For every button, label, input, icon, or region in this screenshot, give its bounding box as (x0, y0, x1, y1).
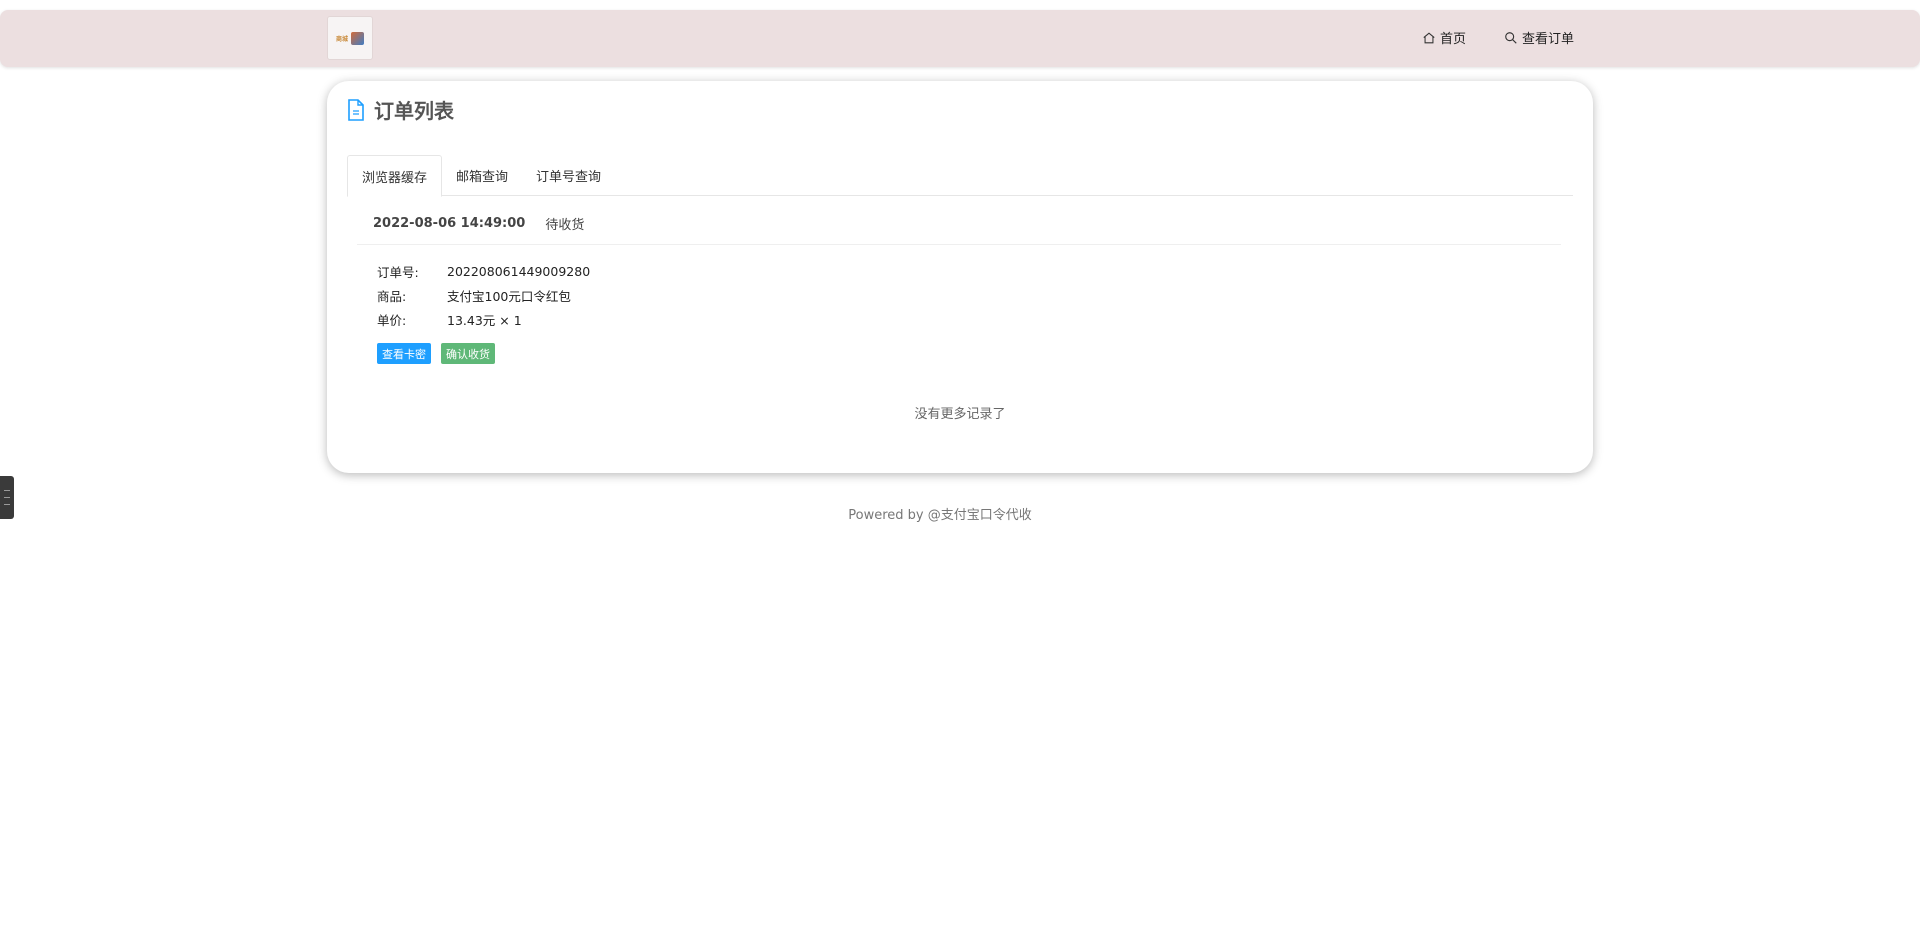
home-icon (1423, 32, 1435, 43)
tab-order-number-query[interactable]: 订单号查询 (522, 155, 615, 196)
order-number-label: 订单号: (377, 264, 419, 280)
nav-orders-link[interactable]: 查看订单 (1504, 28, 1574, 47)
order-number-row: 订单号: 202208061449009280 (377, 259, 590, 283)
logo-image (351, 31, 364, 45)
product-value: 支付宝100元口令红包 (447, 288, 571, 304)
view-card-secret-button[interactable]: 查看卡密 (377, 343, 431, 364)
order-header: 2022-08-06 14:49:00 待收货 (357, 203, 1561, 245)
order-details: 订单号: 202208061449009280 商品: 支付宝100元口令红包 … (377, 259, 590, 364)
nav-links: 首页 查看订单 (1422, 28, 1574, 47)
nav-home-link[interactable]: 首页 (1422, 28, 1466, 47)
tab-email-query[interactable]: 邮箱查询 (442, 155, 522, 196)
handle-line (4, 490, 10, 491)
order-number-value: 202208061449009280 (447, 263, 591, 279)
footer-text: Powered by @支付宝口令代收 (848, 508, 1032, 523)
search-icon (1505, 31, 1517, 44)
tab-browser-cache[interactable]: 浏览器缓存 (347, 155, 443, 197)
product-row: 商品: 支付宝100元口令红包 (377, 283, 590, 307)
top-navbar: 商城 首页 查看订单 (0, 10, 1920, 67)
query-tabs: 浏览器缓存 邮箱查询 订单号查询 (347, 155, 1573, 197)
document-icon (348, 98, 364, 121)
nav-home-label: 首页 (1440, 32, 1467, 47)
product-label: 商品: (377, 288, 407, 304)
nav-orders-label: 查看订单 (1522, 32, 1575, 47)
footer: Powered by @支付宝口令代收 (0, 504, 1920, 523)
order-actions: 查看卡密 确认收货 (377, 343, 590, 364)
side-drawer-handle[interactable] (0, 476, 14, 519)
page-title: 订单列表 (374, 99, 454, 123)
confirm-receipt-button[interactable]: 确认收货 (441, 343, 495, 364)
order-list-card: 订单列表 浏览器缓存 邮箱查询 订单号查询 2022-08-06 14:49:0… (327, 81, 1593, 473)
no-more-records: 没有更多记录了 (914, 407, 1006, 422)
price-row: 单价: 13.43元 × 1 (377, 307, 590, 331)
handle-line (4, 497, 10, 498)
handle-line (4, 504, 10, 505)
price-value: 13.43元 × 1 (447, 312, 522, 328)
price-label: 单价: (377, 312, 407, 328)
site-logo[interactable]: 商城 (327, 16, 373, 60)
logo-text: 商城 (335, 35, 348, 43)
card-header: 订单列表 (346, 95, 454, 124)
order-time: 2022-08-06 14:49:00 (373, 216, 526, 231)
order-status: 待收货 (545, 218, 585, 233)
